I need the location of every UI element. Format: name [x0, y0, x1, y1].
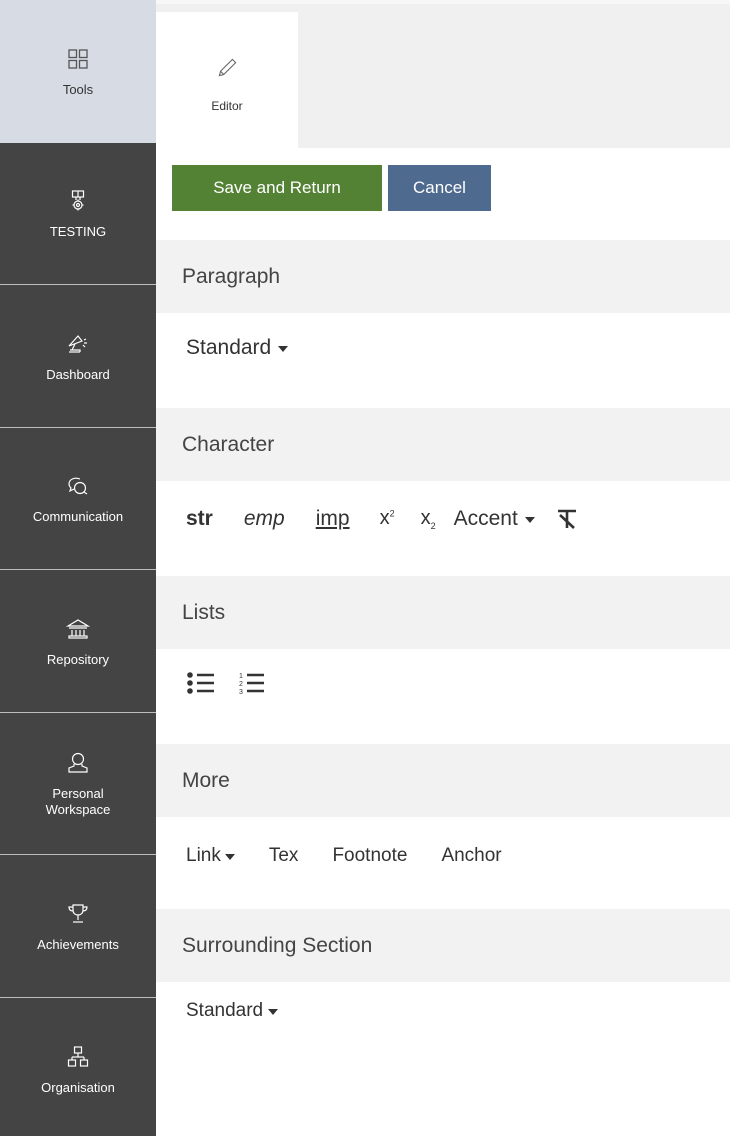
badge-icon	[63, 186, 93, 216]
editor-main: Editor Save and Return Cancel Paragraph …	[156, 0, 730, 1136]
person-icon	[63, 748, 93, 778]
subscript-mark: 2	[430, 520, 436, 531]
tex-button[interactable]: Tex	[269, 845, 299, 867]
anchor-button[interactable]: Anchor	[441, 845, 501, 867]
section-header-paragraph: Paragraph	[156, 240, 730, 313]
tab-label: Editor	[211, 99, 243, 113]
section-header-lists: Lists	[156, 576, 730, 649]
superscript-base: x	[379, 507, 390, 529]
trophy-icon	[63, 899, 93, 929]
footnote-button[interactable]: Footnote	[332, 845, 407, 867]
svg-text:1: 1	[239, 673, 243, 680]
sidebar-item-label: Organisation	[41, 1079, 115, 1095]
tab-editor[interactable]: Editor	[156, 12, 298, 152]
paragraph-style-value: Standard	[186, 335, 272, 359]
superscript-mark: 2	[389, 508, 395, 519]
bank-icon	[63, 614, 93, 644]
sidebar-item-organisation[interactable]: Organisation	[0, 998, 156, 1136]
emphasis-button[interactable]: emp	[244, 507, 285, 531]
sidebar-item-label: Repository	[46, 651, 110, 667]
pencil-icon	[218, 58, 237, 77]
cancel-button[interactable]: Cancel	[388, 165, 491, 211]
sidebar-item-personal-workspace[interactable]: Personal Workspace	[0, 713, 156, 855]
clear-formatting-icon[interactable]	[555, 507, 579, 531]
action-bar: Save and Return Cancel	[156, 148, 730, 240]
character-body: str emp imp x2 x2 Accent	[156, 481, 730, 576]
caret-down-icon	[524, 516, 535, 523]
sidebar-item-label: Tools	[62, 82, 94, 98]
sidebar-item-dashboard[interactable]: Dashboard	[0, 285, 156, 428]
surrounding-body: Standard	[156, 982, 730, 1042]
accent-dropdown[interactable]: Accent	[454, 507, 535, 531]
surrounding-style-dropdown[interactable]: Standard	[186, 1000, 279, 1022]
more-body: Link Tex Footnote Anchor	[156, 817, 730, 909]
lists-body: 1 2 3	[156, 649, 730, 744]
subscript-base: x	[420, 506, 431, 529]
paragraph-style-dropdown[interactable]: Standard	[186, 335, 289, 360]
caret-down-icon	[268, 1009, 279, 1015]
sidebar-item-label: Achievements	[37, 936, 119, 952]
sidebar-item-tools[interactable]: Tools	[0, 0, 156, 143]
svg-text:2: 2	[239, 681, 243, 688]
superscript-button[interactable]: x2	[380, 507, 395, 530]
caret-down-icon	[224, 854, 235, 860]
surrounding-style-value: Standard	[186, 1000, 264, 1021]
caret-down-icon	[278, 345, 289, 352]
link-dropdown[interactable]: Link	[186, 845, 235, 867]
sidebar-item-communication[interactable]: Communication	[0, 428, 156, 570]
link-label: Link	[186, 845, 221, 866]
lamp-icon	[63, 329, 93, 359]
sidebar-item-testing[interactable]: TESTING	[0, 143, 156, 285]
bullet-list-icon[interactable]	[186, 668, 218, 698]
chat-icon	[63, 471, 93, 501]
svg-text:3: 3	[239, 689, 243, 696]
sidebar-item-label: TESTING	[49, 224, 107, 240]
section-header-more: More	[156, 744, 730, 817]
org-chart-icon	[63, 1042, 93, 1072]
subscript-button[interactable]: x2	[421, 507, 436, 531]
main-sidebar: Tools TESTING Dashboard Communication Re…	[0, 0, 156, 1136]
sidebar-item-repository[interactable]: Repository	[0, 570, 156, 713]
sidebar-item-label: Dashboard	[46, 366, 110, 382]
sidebar-item-label: Personal Workspace	[45, 786, 111, 818]
sidebar-item-achievements[interactable]: Achievements	[0, 855, 156, 998]
section-header-surrounding: Surrounding Section	[156, 909, 730, 982]
tab-bar: Editor	[156, 0, 730, 152]
numbered-list-icon[interactable]: 1 2 3	[238, 668, 270, 698]
sidebar-item-label: Communication	[32, 509, 124, 525]
section-header-character: Character	[156, 408, 730, 481]
strong-button[interactable]: str	[186, 507, 213, 531]
accent-label: Accent	[453, 506, 518, 530]
important-button[interactable]: imp	[316, 507, 350, 531]
paragraph-body: Standard	[156, 313, 730, 408]
grid-icon	[63, 44, 93, 74]
save-and-return-button[interactable]: Save and Return	[172, 165, 382, 211]
